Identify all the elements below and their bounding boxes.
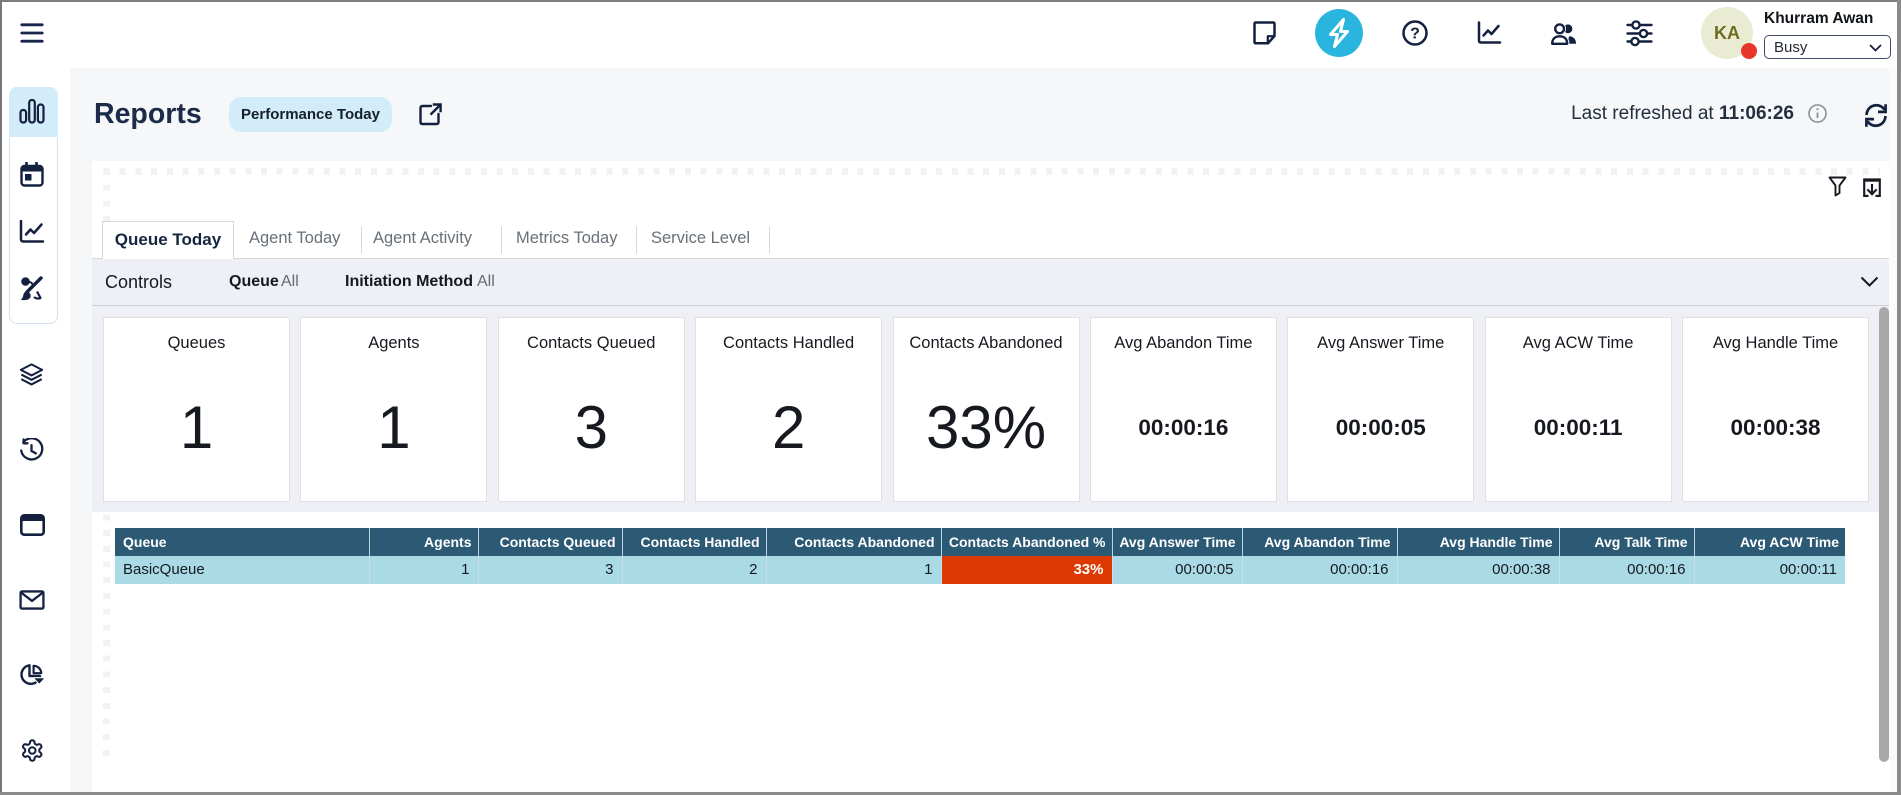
svg-text:?: ? [1410,26,1420,43]
